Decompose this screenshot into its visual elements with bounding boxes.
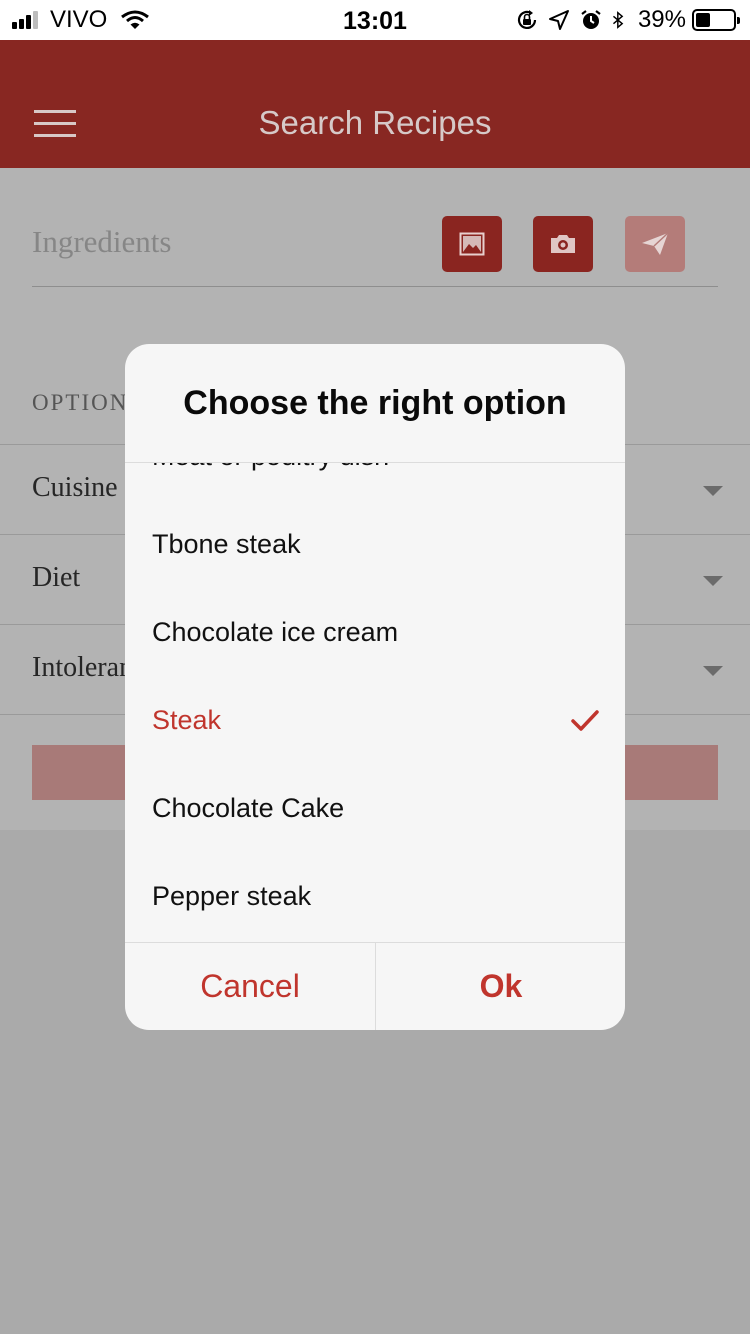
diet-select-label[interactable]: Diet (32, 562, 80, 594)
option-item[interactable]: Chocolate ice cream (152, 617, 398, 648)
battery-icon (692, 9, 740, 31)
location-icon (548, 10, 569, 30)
dialog-title: Choose the right option (183, 384, 567, 422)
battery-percent: 39% (637, 6, 686, 33)
camera-button[interactable] (533, 216, 593, 272)
option-list[interactable]: Meat or poultry dish Tbone steak Chocola… (125, 463, 625, 942)
bluetooth-icon (612, 11, 624, 29)
status-bar: VIVO 13:01 39% (0, 0, 750, 40)
option-item[interactable]: Pepper steak (152, 881, 311, 912)
cancel-button[interactable]: Cancel (125, 943, 375, 1030)
status-bar-right: 39% (506, 6, 740, 34)
input-underline (32, 286, 718, 287)
ok-button[interactable]: Ok (376, 943, 625, 1030)
ingredients-input[interactable]: Ingredients (32, 224, 171, 260)
intolerance-select-label[interactable]: Intoleran (32, 652, 133, 684)
alarm-icon (581, 10, 601, 29)
option-item-selected[interactable]: Steak (152, 705, 221, 736)
intolerance-chevron-down-icon[interactable] (703, 666, 723, 676)
option-item[interactable]: Tbone steak (152, 529, 301, 560)
cuisine-chevron-down-icon[interactable] (703, 486, 723, 496)
send-button[interactable] (625, 216, 685, 272)
option-picker-dialog: Choose the right option Meat or poultry … (125, 344, 625, 1030)
diet-chevron-down-icon[interactable] (703, 576, 723, 586)
checkmark-icon (571, 710, 599, 731)
option-item[interactable]: Chocolate Cake (152, 793, 344, 824)
camera-icon (551, 235, 575, 253)
gallery-button[interactable] (442, 216, 502, 272)
app-header: Search Recipes (0, 40, 750, 168)
page-title: Search Recipes (258, 104, 492, 141)
send-icon (642, 232, 669, 255)
orientation-lock-icon (517, 10, 537, 29)
option-item[interactable]: Meat or poultry dish (152, 463, 389, 472)
cuisine-select-label[interactable]: Cuisine (32, 472, 118, 504)
options-section-label: OPTION (32, 390, 129, 415)
image-icon (459, 232, 485, 256)
